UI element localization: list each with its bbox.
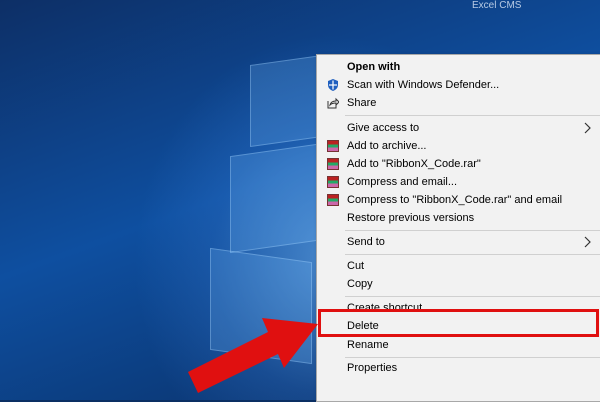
red-arrow-icon xyxy=(188,318,318,393)
